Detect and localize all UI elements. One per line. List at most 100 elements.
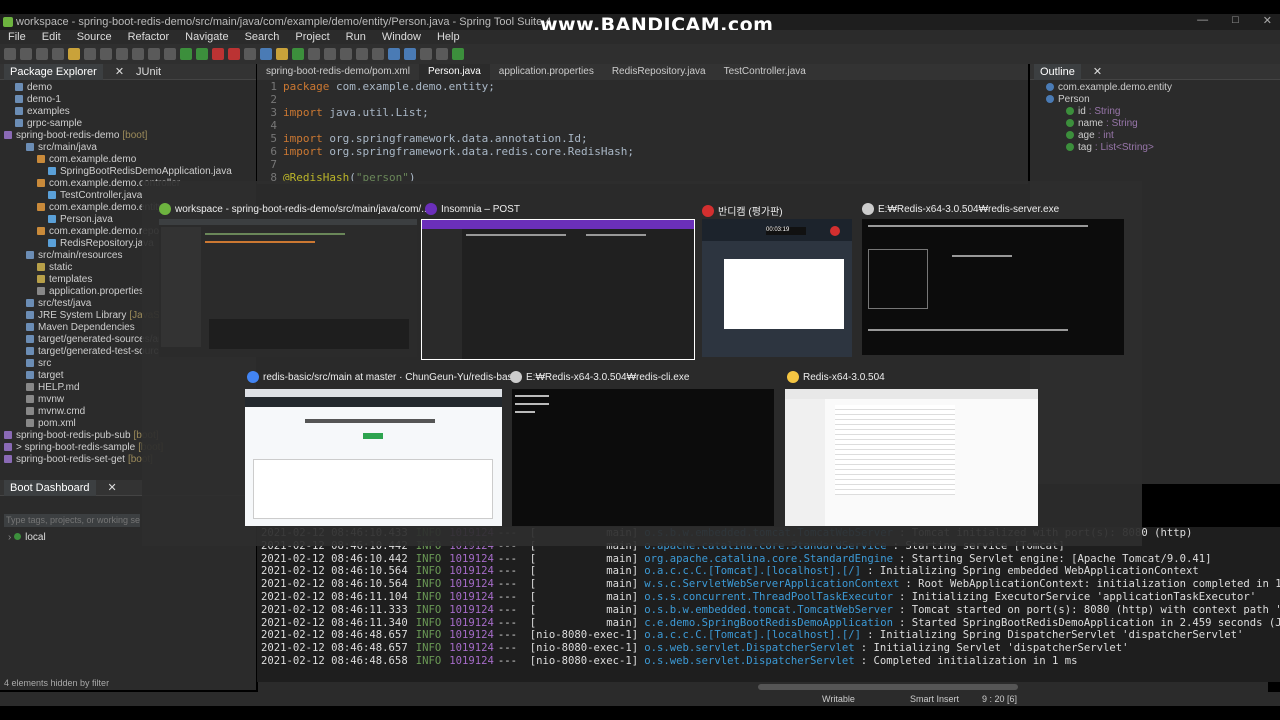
toolbar-icon[interactable]: [292, 48, 304, 60]
outline-item-type: : String: [1106, 118, 1138, 129]
close-icon[interactable]: ✕: [108, 480, 117, 496]
folder-icon: [15, 83, 23, 91]
log-message: : Initializing Spring DispatcherServlet …: [867, 629, 1244, 642]
toolbar-icon[interactable]: [308, 48, 320, 60]
switcher-window-title[interactable]: E:₩Redis-x64-3.0.504₩redis-cli.exe: [510, 371, 782, 383]
log-level: INFO: [415, 552, 442, 565]
boot-dashboard-local[interactable]: › local: [8, 532, 46, 543]
menu-item-refactor[interactable]: Refactor: [120, 30, 178, 44]
tree-item[interactable]: examples: [0, 106, 256, 118]
console-line: 2021-02-12 08:46:10.442 INFO 1019124--- [ …: [257, 553, 1280, 566]
tree-item[interactable]: spring-boot-redis-demo [boot]: [0, 130, 256, 142]
toolbar-icon[interactable]: [436, 48, 448, 60]
switcher-window-title[interactable]: workspace - spring-boot-redis-demo/src/m…: [159, 203, 427, 215]
toolbar-icon[interactable]: [4, 48, 16, 60]
outline-item[interactable]: age: int: [1030, 130, 1280, 142]
toolbar-icon[interactable]: [116, 48, 128, 60]
folder-icon: [26, 407, 34, 415]
tab-boot-dashboard[interactable]: Boot Dashboard: [4, 479, 96, 496]
tree-item[interactable]: src/main/java: [0, 142, 256, 154]
menu-item-project[interactable]: Project: [287, 30, 337, 44]
switcher-thumbnail-explorer[interactable]: [785, 389, 1038, 526]
editor-tab[interactable]: Person.java: [418, 64, 490, 80]
switcher-thumbnail-insomnia[interactable]: [421, 219, 695, 360]
scrollbar-thumb[interactable]: [758, 684, 1018, 690]
switcher-thumbnail-bandicam[interactable]: 00:03:19: [702, 219, 852, 357]
tab-outline[interactable]: Outline: [1034, 63, 1081, 80]
toolbar-icon[interactable]: [100, 48, 112, 60]
switcher-thumbnail-cli[interactable]: [512, 389, 774, 526]
tree-item[interactable]: grpc-sample: [0, 118, 256, 130]
code-area[interactable]: 1 package com.example.demo.entity; 2 3 impor…: [257, 80, 1028, 184]
toolbar-icon[interactable]: [260, 48, 272, 60]
toolbar-icon[interactable]: [276, 48, 288, 60]
switcher-title-text: Insomnia – POST: [441, 203, 520, 215]
menu-item-search[interactable]: Search: [237, 30, 288, 44]
close-icon[interactable]: ✕: [1263, 14, 1272, 27]
tree-item[interactable]: com.example.demo: [0, 154, 256, 166]
close-icon[interactable]: ✕: [1093, 64, 1102, 80]
tree-item[interactable]: demo-1: [0, 94, 256, 106]
menu-item-window[interactable]: Window: [374, 30, 429, 44]
toolbar-icon[interactable]: [20, 48, 32, 60]
tab-junit[interactable]: JUnit: [136, 64, 161, 80]
toolbar-icon[interactable]: [52, 48, 64, 60]
toolbar-icon[interactable]: [356, 48, 368, 60]
maximize-icon[interactable]: □: [1232, 14, 1239, 27]
tab-package-explorer[interactable]: Package Explorer: [4, 63, 103, 80]
minimize-icon[interactable]: —: [1197, 14, 1208, 27]
tree-item[interactable]: demo: [0, 82, 256, 94]
outline-item[interactable]: Person: [1030, 94, 1280, 106]
editor-tab[interactable]: application.properties: [490, 64, 603, 80]
toolbar-icon[interactable]: [84, 48, 96, 60]
switcher-window-title[interactable]: redis-basic/src/main at master · ChunGeu…: [247, 371, 514, 383]
toolbar-icon[interactable]: [164, 48, 176, 60]
outline-item[interactable]: tag: List<String>: [1030, 142, 1280, 154]
log-message: : Initializing ExecutorService 'applicat…: [898, 590, 1257, 603]
menu-item-run[interactable]: Run: [338, 30, 374, 44]
switcher-title-text: redis-basic/src/main at master · ChunGeu…: [263, 371, 514, 383]
close-icon[interactable]: ✕: [115, 64, 124, 80]
toolbar-icon[interactable]: [372, 48, 384, 60]
folder-icon: [37, 275, 45, 283]
toolbar-icon[interactable]: [180, 48, 192, 60]
log-message: : Starting Servlet engine: [Apache Tomca…: [898, 552, 1212, 565]
boot-dashboard-search-input[interactable]: [4, 514, 140, 527]
tree-item[interactable]: SpringBootRedisDemoApplication.java: [0, 166, 256, 178]
toolbar-icon[interactable]: [324, 48, 336, 60]
toolbar-icon[interactable]: [212, 48, 224, 60]
menu-item-source[interactable]: Source: [69, 30, 120, 44]
toolbar-icon[interactable]: [132, 48, 144, 60]
toolbar-icon[interactable]: [404, 48, 416, 60]
editor-tab[interactable]: RedisRepository.java: [603, 64, 715, 80]
menu-item-file[interactable]: File: [0, 30, 34, 44]
toolbar-icon[interactable]: [340, 48, 352, 60]
outline-item[interactable]: name: String: [1030, 118, 1280, 130]
switcher-thumbnail-browser[interactable]: [245, 389, 502, 526]
outline-item[interactable]: com.example.demo.entity: [1030, 82, 1280, 94]
switcher-window-title[interactable]: Redis-x64-3.0.504: [787, 371, 1050, 383]
menu-item-help[interactable]: Help: [429, 30, 468, 44]
folder-icon: [26, 359, 34, 367]
toolbar-icon[interactable]: [452, 48, 464, 60]
switcher-thumbnail-terminal[interactable]: [862, 219, 1124, 355]
toolbar-icon[interactable]: [228, 48, 240, 60]
menu-item-navigate[interactable]: Navigate: [177, 30, 236, 44]
editor-tab[interactable]: TestController.java: [715, 64, 815, 80]
toolbar-icon[interactable]: [196, 48, 208, 60]
menu-item-edit[interactable]: Edit: [34, 30, 69, 44]
switcher-thumbnail-ide[interactable]: [159, 219, 417, 357]
switcher-window-title[interactable]: Insomnia – POST: [425, 203, 709, 215]
toolbar-icon[interactable]: [148, 48, 160, 60]
toolbar-icon[interactable]: [244, 48, 256, 60]
switcher-window-title[interactable]: E:₩Redis-x64-3.0.504₩redis-server.exe: [862, 203, 1134, 215]
tree-item-label: JRE System Library: [38, 310, 127, 321]
toolbar-icon[interactable]: [388, 48, 400, 60]
editor-tab[interactable]: spring-boot-redis-demo/pom.xml: [257, 64, 419, 80]
toolbar-icon[interactable]: [68, 48, 80, 60]
console-scrollbar[interactable]: [258, 682, 1268, 692]
outline-item[interactable]: id: String: [1030, 106, 1280, 118]
toolbar-icon[interactable]: [420, 48, 432, 60]
switcher-window-title[interactable]: 반디캠 (평가판): [702, 203, 862, 218]
toolbar-icon[interactable]: [36, 48, 48, 60]
